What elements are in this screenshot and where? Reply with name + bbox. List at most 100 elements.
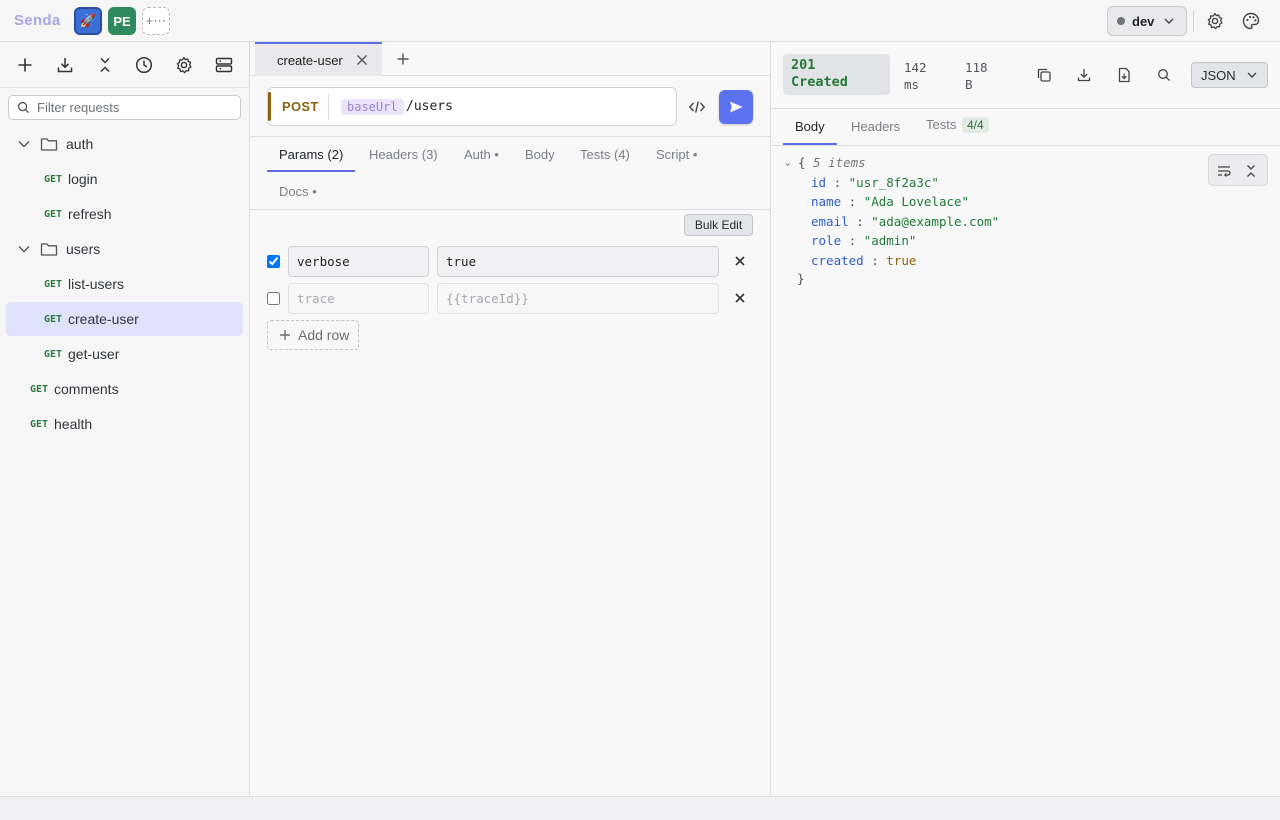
- request-label: health: [54, 416, 93, 432]
- param-key-field[interactable]: verbose: [288, 246, 429, 277]
- url-variable-chip[interactable]: baseUrl: [341, 99, 404, 115]
- json-key: id: [811, 175, 827, 190]
- param-key-field[interactable]: trace: [288, 283, 429, 314]
- json-item-count: 5 items: [813, 155, 866, 170]
- response-pane: 201 Created 142 ms 118 B JSON Body Heade…: [771, 42, 1280, 796]
- json-value: "admin": [863, 233, 917, 248]
- plus-icon[interactable]: [15, 55, 35, 75]
- tab-response-headers[interactable]: Headers: [851, 119, 900, 134]
- response-time: 142 ms: [904, 59, 927, 93]
- tests-tab-label: Tests: [926, 117, 957, 132]
- tab-body[interactable]: Body: [525, 147, 555, 162]
- status-badge: 201 Created: [783, 54, 890, 95]
- server-icon[interactable]: [214, 55, 234, 75]
- sidebar-item-refresh[interactable]: GET refresh: [6, 197, 243, 231]
- send-button[interactable]: [719, 90, 753, 124]
- json-closing-brace: }: [797, 271, 805, 286]
- request-tabs-bar: create-user: [250, 42, 770, 76]
- sidebar-item-login[interactable]: GET login: [6, 162, 243, 196]
- url-path[interactable]: /users: [406, 99, 453, 114]
- save-file-icon[interactable]: [1115, 66, 1133, 84]
- add-row-label: Add row: [298, 327, 350, 343]
- param-value-field[interactable]: {{traceId}}: [437, 283, 719, 314]
- add-workspace-button[interactable]: +⋯: [142, 7, 170, 35]
- request-label: create-user: [68, 311, 139, 327]
- param-enabled-checkbox[interactable]: [267, 255, 280, 268]
- tab-headers[interactable]: Headers (3): [369, 147, 438, 162]
- json-view-tools: [1208, 154, 1268, 186]
- param-enabled-checkbox[interactable]: [267, 292, 280, 305]
- bulk-edit-button[interactable]: Bulk Edit: [684, 214, 753, 236]
- format-label: JSON: [1201, 67, 1236, 83]
- response-header: 201 Created 142 ms 118 B JSON: [771, 42, 1280, 109]
- toolbar-divider: [1193, 10, 1194, 32]
- tab-create-user[interactable]: create-user: [255, 42, 382, 76]
- environment-selector[interactable]: dev: [1107, 6, 1187, 36]
- method-badge: GET: [30, 383, 49, 395]
- wrap-lines-icon[interactable]: [1216, 163, 1232, 179]
- sidebar-item-health[interactable]: GET health: [6, 407, 243, 441]
- environment-status-dot: [1117, 17, 1125, 25]
- settings-icon[interactable]: [174, 55, 194, 75]
- param-value-field[interactable]: true: [437, 246, 719, 277]
- tab-script[interactable]: Script •: [656, 147, 697, 162]
- collapse-json-icon[interactable]: [1243, 163, 1259, 179]
- url-bar[interactable]: POST baseUrl /users: [267, 87, 677, 126]
- close-icon[interactable]: [355, 53, 369, 67]
- folder-users[interactable]: users: [6, 232, 243, 266]
- tab-response-body[interactable]: Body: [795, 119, 825, 134]
- request-label: get-user: [68, 346, 120, 362]
- delete-row-icon[interactable]: [733, 291, 747, 305]
- active-tab-indicator: [783, 143, 837, 145]
- method-badge: GET: [44, 208, 63, 220]
- sidebar-item-get-user[interactable]: GET get-user: [6, 337, 243, 371]
- json-field: id : "usr_8f2a3c": [811, 175, 939, 190]
- top-bar: Senda 🚀 PE +⋯ dev: [0, 0, 1280, 42]
- tab-docs[interactable]: Docs •: [279, 184, 317, 199]
- search-icon: [17, 101, 30, 114]
- response-tabs: Body Headers Tests 4/4: [771, 109, 1280, 146]
- new-tab-plus-icon[interactable]: [395, 51, 411, 67]
- folder-icon: [40, 241, 58, 257]
- json-value: "usr_8f2a3c": [848, 175, 939, 190]
- sidebar-item-comments[interactable]: GET comments: [6, 372, 243, 406]
- workspace-pe[interactable]: PE: [108, 7, 136, 35]
- json-field: created : true: [811, 253, 917, 268]
- history-icon[interactable]: [134, 55, 154, 75]
- copy-icon[interactable]: [1035, 66, 1053, 84]
- tab-auth[interactable]: Auth •: [464, 147, 499, 162]
- download-icon[interactable]: [1075, 66, 1093, 84]
- app-brand: Senda: [14, 12, 61, 29]
- add-row-button[interactable]: Add row: [267, 320, 359, 350]
- request-label: login: [68, 171, 98, 187]
- folder-label: users: [66, 241, 101, 257]
- format-selector[interactable]: JSON: [1191, 62, 1268, 88]
- method-selector[interactable]: POST: [282, 99, 319, 114]
- collapse-all-icon[interactable]: [95, 55, 115, 75]
- chevron-down-icon: [1163, 15, 1175, 27]
- tab-response-tests[interactable]: Tests 4/4: [926, 117, 989, 133]
- import-icon[interactable]: [55, 55, 75, 75]
- sidebar-item-list-users[interactable]: GET list-users: [6, 267, 243, 301]
- palette-icon[interactable]: [1241, 11, 1261, 31]
- json-field: name : "Ada Lovelace": [811, 194, 970, 209]
- code-snippet-icon[interactable]: [687, 97, 707, 117]
- active-tab-indicator: [267, 170, 355, 172]
- response-time-unit: ms: [904, 77, 920, 92]
- filter-requests-field[interactable]: [8, 95, 241, 120]
- sidebar-item-create-user[interactable]: GET create-user: [6, 302, 243, 336]
- folder-auth[interactable]: auth: [6, 127, 243, 161]
- search-icon[interactable]: [1155, 66, 1173, 84]
- json-key: name: [811, 194, 842, 209]
- gear-icon[interactable]: [1205, 11, 1225, 31]
- method-badge: GET: [30, 418, 49, 430]
- chevron-down-icon: [16, 136, 32, 152]
- collapse-chevron-icon[interactable]: ⌄: [785, 158, 790, 168]
- delete-row-icon[interactable]: [733, 254, 747, 268]
- workspace-rocket[interactable]: 🚀: [74, 7, 102, 35]
- status-bar: [0, 796, 1280, 820]
- response-size-value: 118: [965, 60, 988, 75]
- filter-requests-input[interactable]: [37, 100, 227, 115]
- tab-tests[interactable]: Tests (4): [580, 147, 630, 162]
- tab-params[interactable]: Params (2): [279, 147, 343, 162]
